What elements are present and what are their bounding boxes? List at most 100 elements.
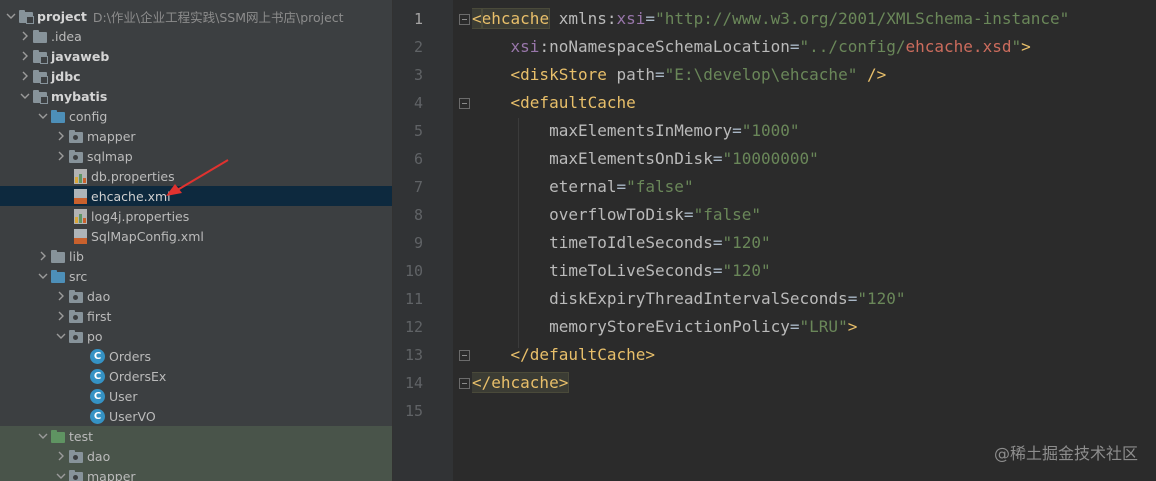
line-number: 11 [404,290,423,308]
code-token: = [616,177,627,196]
code-token: > [1021,37,1031,56]
tree-row-uservo[interactable]: C UserVO [0,406,392,426]
code-line[interactable]: <defaultCache [472,89,636,117]
xml-file-icon [74,228,87,244]
chevron-down-icon[interactable] [36,106,50,126]
chevron-right-icon[interactable] [54,306,68,326]
tree-row-ordersex[interactable]: C OrdersEx [0,366,392,386]
chevron-right-icon[interactable] [18,26,32,46]
code-token: < [472,8,483,29]
tree-row-test[interactable]: test [0,426,392,446]
tree-item-label: UserVO [109,408,156,424]
code-token: > [847,317,858,336]
code-line[interactable]: maxElementsInMemory="1000" [472,117,800,145]
code-line[interactable]: timeToIdleSeconds="120" [472,229,771,257]
folder-icon [33,30,47,43]
project-path: D:\作业\企业工程实践\SSM网上书店\project [92,9,344,25]
code-token: "1000" [741,121,800,140]
code-line[interactable]: </ehcache> [472,369,570,397]
line-number: 1 [413,10,423,28]
code-token: :noNamespaceSchemaLocation [539,37,790,56]
code-token: diskExpiryThreadIntervalSeconds [549,289,848,308]
class-icon: C [90,388,105,404]
code-token: "120" [722,261,771,280]
line-number: 8 [413,206,423,224]
properties-file-icon [74,168,87,184]
tree-row-javaweb[interactable]: javaweb [0,46,392,66]
code-editor[interactable]: <ehcache xmlns:xsi="http://www.w3.org/20… [472,0,1156,481]
code-line[interactable]: maxElementsOnDisk="10000000" [472,145,819,173]
code-token: "http://www.w3.org/2001/XMLSchema-instan… [655,9,1070,28]
line-number: 15 [404,402,423,420]
tree-row-orders[interactable]: C Orders [0,346,392,366]
fold-toggle-icon[interactable] [459,378,470,389]
tree-row-test-dao[interactable]: dao [0,446,392,466]
chevron-right-icon[interactable] [36,246,50,266]
tree-row-src[interactable]: src [0,266,392,286]
line-number: 10 [404,262,423,280]
chevron-down-icon[interactable] [54,326,68,346]
tree-row-idea[interactable]: .idea [0,26,392,46]
tree-row-po[interactable]: po [0,326,392,346]
tree-row-sqlmapconfig-xml[interactable]: SqlMapConfig.xml [0,226,392,246]
fold-toggle-icon[interactable] [459,14,470,25]
tree-row-project[interactable]: project D:\作业\企业工程实践\SSM网上书店\project [0,6,392,26]
folder-icon [51,250,65,263]
tree-row-user[interactable]: C User [0,386,392,406]
code-token: = [683,205,694,224]
code-token: </ehcache> [472,372,570,393]
code-line[interactable]: <ehcache xmlns:xsi="http://www.w3.org/20… [472,5,1069,33]
tree-item-label: jdbc [51,68,81,84]
tree-row-log4j-properties[interactable]: log4j.properties [0,206,392,226]
chevron-down-icon[interactable] [36,266,50,286]
code-line[interactable]: diskExpiryThreadIntervalSeconds="120" [472,285,906,313]
code-token: = [847,289,858,308]
chevron-down-icon[interactable] [36,426,50,446]
tree-row-lib[interactable]: lib [0,246,392,266]
tree-row-first[interactable]: first [0,306,392,326]
tree-row-mybatis[interactable]: mybatis [0,86,392,106]
code-line[interactable]: </defaultCache> [472,341,656,369]
tree-item-label: mapper [87,468,136,481]
chevron-right-icon[interactable] [54,126,68,146]
tree-row-test-mapper[interactable]: mapper [0,466,392,481]
code-line[interactable]: xsi:noNamespaceSchemaLocation="../config… [472,33,1031,61]
chevron-right-icon[interactable] [54,286,68,306]
fold-toggle-icon[interactable] [459,350,470,361]
tree-item-label: .idea [51,28,82,44]
chevron-right-icon[interactable] [18,66,32,86]
package-icon [69,330,83,343]
chevron-right-icon[interactable] [54,446,68,466]
chevron-down-icon[interactable] [4,6,18,26]
code-token: maxElementsInMemory [549,121,733,140]
code-token: "LRU" [799,317,848,336]
code-line[interactable]: timeToLiveSeconds="120" [472,257,771,285]
line-number: 6 [413,150,423,168]
line-number: 3 [413,66,423,84]
code-line[interactable]: memoryStoreEvictionPolicy="LRU"> [472,313,857,341]
source-folder-icon [51,270,65,283]
chevron-down-icon[interactable] [54,466,68,481]
tree-row-config[interactable]: config [0,106,392,126]
code-line[interactable]: <diskStore path="E:\develop\ehcache" /> [472,61,887,89]
module-folder-icon [19,10,34,24]
tree-row-jdbc[interactable]: jdbc [0,66,392,86]
line-number: 5 [413,122,423,140]
line-number: 7 [413,178,423,196]
fold-toggle-icon[interactable] [459,98,470,109]
tree-item-label: mapper [87,128,136,144]
tree-row-dao[interactable]: dao [0,286,392,306]
line-number: 14 [404,374,423,392]
chevron-down-icon[interactable] [18,86,32,106]
chevron-right-icon[interactable] [54,146,68,166]
chevron-right-icon[interactable] [18,46,32,66]
tree-row-mapper[interactable]: mapper [0,126,392,146]
code-line[interactable]: overflowToDisk="false" [472,201,761,229]
class-icon: C [90,348,105,364]
code-token: "120" [857,289,906,308]
code-line[interactable]: eternal="false" [472,173,694,201]
